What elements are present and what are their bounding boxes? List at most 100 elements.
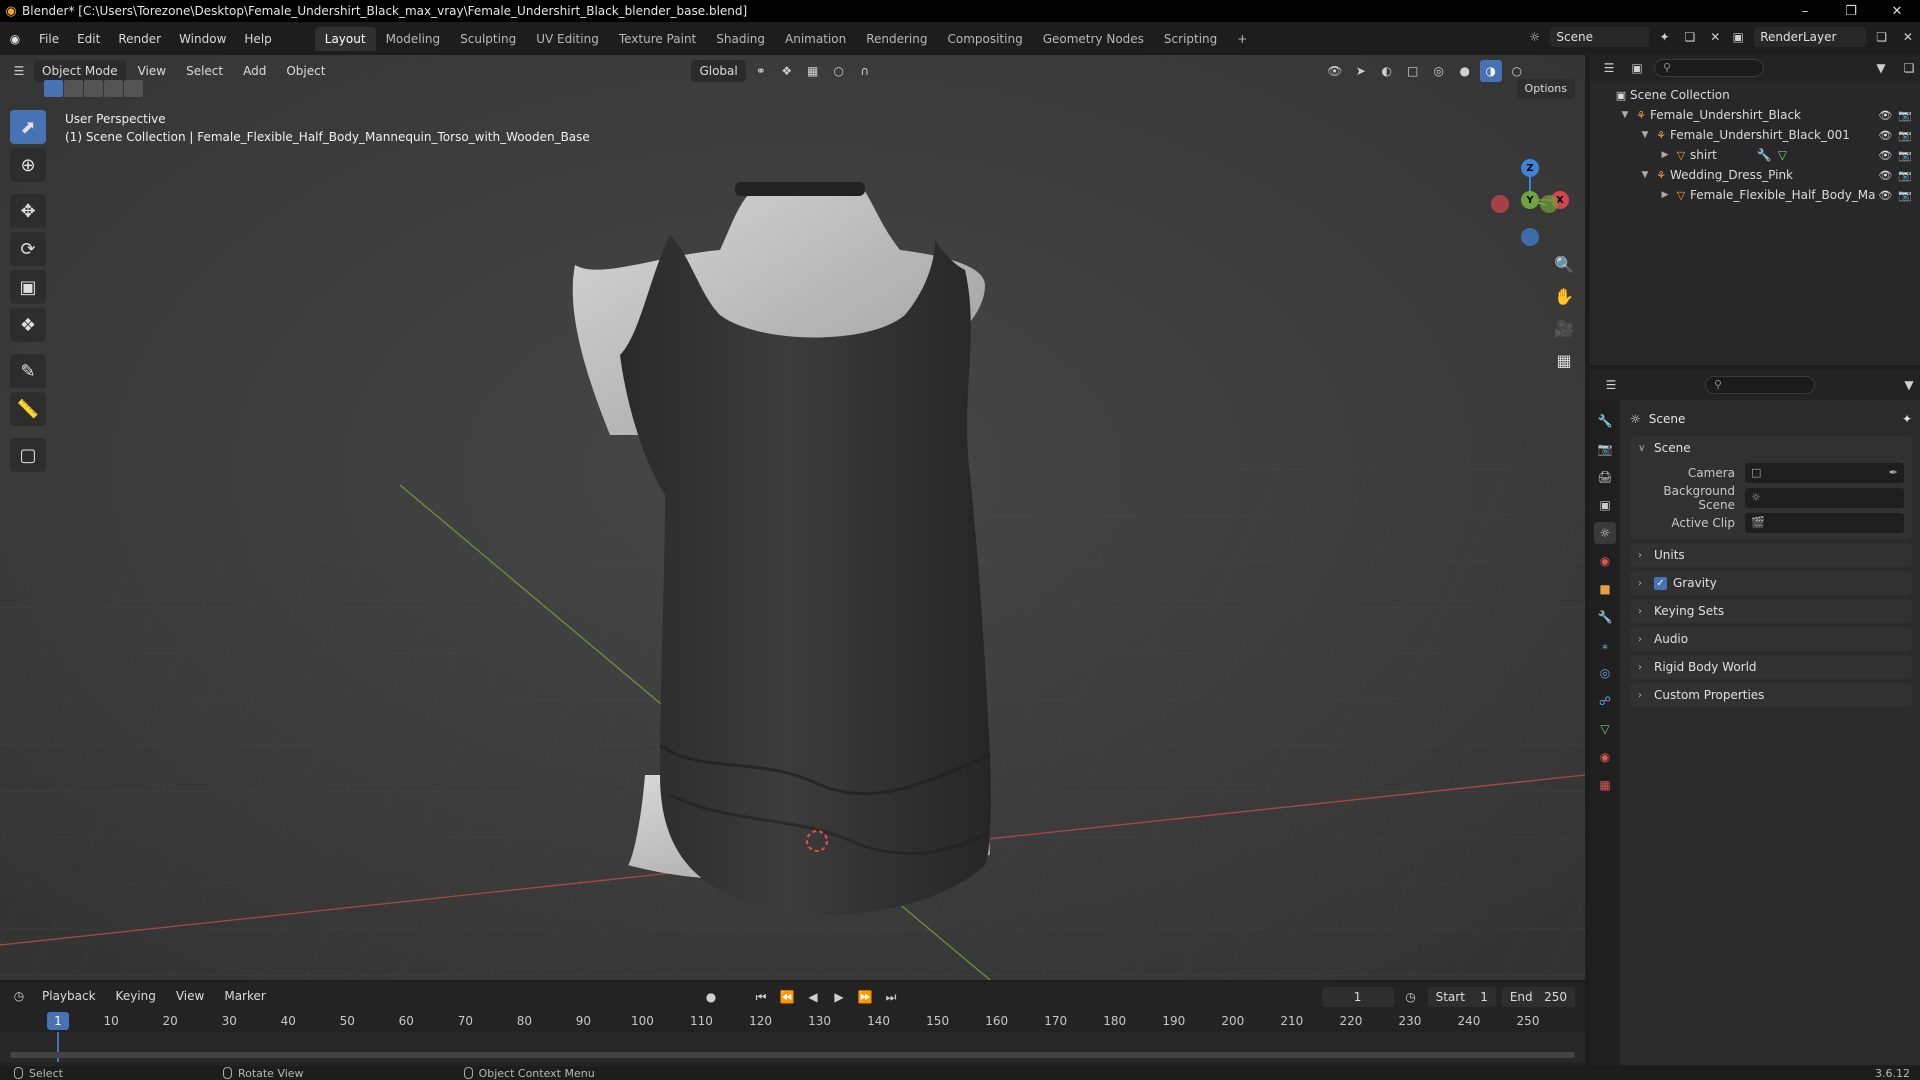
tab-sculpting[interactable]: Sculpting	[450, 27, 526, 51]
tab-geometry-nodes[interactable]: Geometry Nodes	[1033, 27, 1154, 51]
scale-tool-icon[interactable]: ▣	[10, 270, 46, 304]
object-tab-icon[interactable]: ■	[1594, 578, 1616, 600]
tab-compositing[interactable]: Compositing	[937, 27, 1032, 51]
clock-icon[interactable]: ◷	[1400, 986, 1422, 1008]
tool-tab-icon[interactable]: 🔧	[1594, 410, 1616, 432]
select-extend-icon[interactable]	[64, 80, 83, 97]
view-layer-tab-icon[interactable]: ▣	[1594, 494, 1616, 516]
new-scene-icon[interactable]: ❏	[1680, 26, 1699, 48]
visibility-icon[interactable]: 👁	[1324, 60, 1346, 82]
play-reverse-icon[interactable]: ◀	[802, 986, 824, 1008]
neg-x-axis-icon[interactable]	[1491, 195, 1509, 213]
navigation-gizmo[interactable]: Z X Y	[1490, 150, 1570, 250]
ortho-grid-icon[interactable]: ▦	[1550, 349, 1578, 371]
keying-sets-panel[interactable]: › Keying Sets	[1630, 599, 1912, 623]
data-tab-icon[interactable]: ▽	[1594, 718, 1616, 740]
properties-editor-icon[interactable]: ☰	[1600, 374, 1622, 396]
rotate-tool-icon[interactable]: ⟳	[10, 232, 46, 266]
outliner-item-wedding-dress-pink[interactable]: ▼ ⚘ Wedding_Dress_Pink 👁 📷	[1590, 165, 1920, 185]
scene-selector[interactable]: ☼ Scene ✦ ❏ ✕	[1525, 26, 1725, 48]
menu-render[interactable]: Render	[109, 28, 170, 50]
mode-dropdown[interactable]: Object Mode	[34, 60, 126, 82]
expand-toggle-icon[interactable]: ▼	[1638, 170, 1652, 180]
menu-help[interactable]: Help	[235, 28, 280, 50]
new-collection-icon[interactable]: ❏	[1898, 57, 1920, 79]
camera-icon[interactable]: 📷	[1898, 189, 1912, 202]
add-workspace-button[interactable]: +	[1227, 27, 1257, 51]
auto-keying-icon[interactable]: ●	[700, 986, 722, 1008]
gizmo-toggle-icon[interactable]: ➤	[1350, 60, 1372, 82]
menu-add[interactable]: Add	[235, 60, 274, 82]
renderlayer-name-field[interactable]: RenderLayer	[1754, 27, 1866, 47]
render-tab-icon[interactable]: 📷	[1594, 438, 1616, 460]
active-clip-field[interactable]: 🎬	[1745, 512, 1904, 533]
properties-search-input[interactable]: ⚲	[1705, 376, 1815, 394]
tab-animation[interactable]: Animation	[775, 27, 856, 51]
particles-tab-icon[interactable]: ⁎	[1594, 634, 1616, 656]
pivot-icon[interactable]: ⚭	[750, 60, 772, 82]
scene-panel-header[interactable]: ∨ Scene	[1630, 436, 1912, 460]
pin-context-icon[interactable]: ✦	[1902, 412, 1912, 426]
blender-menu-icon[interactable]: ◉	[0, 32, 30, 46]
neg-z-axis-icon[interactable]	[1521, 228, 1539, 246]
physics-tab-icon[interactable]: ◎	[1594, 662, 1616, 684]
world-tab-icon[interactable]: ◉	[1594, 550, 1616, 572]
outliner-editor-icon[interactable]: ☰	[1598, 57, 1620, 79]
modifier-tab-icon[interactable]: 🔧	[1594, 606, 1616, 628]
snap-target-icon[interactable]: ▦	[802, 60, 824, 82]
falloff-icon[interactable]: ∩	[854, 60, 876, 82]
custom-properties-panel[interactable]: › Custom Properties	[1630, 683, 1912, 707]
measure-tool-icon[interactable]: 📏	[10, 392, 46, 426]
proportional-edit-icon[interactable]: ○	[828, 60, 850, 82]
z-axis-icon[interactable]: Z	[1521, 159, 1539, 177]
camera-icon[interactable]: 📷	[1898, 149, 1912, 162]
tab-scripting[interactable]: Scripting	[1154, 27, 1227, 51]
display-mode-icon[interactable]: ▣	[1626, 57, 1648, 79]
delete-renderlayer-icon[interactable]: ✕	[1898, 26, 1918, 48]
pin-icon[interactable]: ✦	[1655, 26, 1674, 48]
solid-shading-icon[interactable]: ●	[1454, 60, 1476, 82]
menu-select[interactable]: Select	[178, 60, 231, 82]
outliner-item-female-undershirt-black[interactable]: ▼ ⚘ Female_Undershirt_Black 👁 📷	[1590, 105, 1920, 125]
menu-view[interactable]: View	[130, 60, 174, 82]
select-intersect-icon[interactable]	[124, 80, 143, 97]
current-frame-marker[interactable]: 1	[47, 1012, 69, 1030]
xray-icon[interactable]: □	[1402, 60, 1424, 82]
menu-object[interactable]: Object	[278, 60, 333, 82]
tab-modeling[interactable]: Modeling	[376, 27, 451, 51]
close-button[interactable]: ✕	[1874, 0, 1920, 22]
eye-icon[interactable]: 👁	[1878, 149, 1892, 162]
annotate-tool-icon[interactable]: ✎	[10, 354, 46, 388]
new-renderlayer-icon[interactable]: ❏	[1872, 26, 1892, 48]
select-subtract-icon[interactable]	[84, 80, 103, 97]
snap-icon[interactable]: ❖	[776, 60, 798, 82]
overlay-icon[interactable]: ◐	[1376, 60, 1398, 82]
current-frame-field[interactable]: 1	[1321, 987, 1394, 1007]
output-tab-icon[interactable]: 🖨	[1594, 466, 1616, 488]
select-invert-icon[interactable]	[104, 80, 123, 97]
tab-rendering[interactable]: Rendering	[856, 27, 937, 51]
expand-toggle-icon[interactable]: ▶	[1658, 190, 1672, 200]
renderlayer-selector[interactable]: ▣ RenderLayer ❏ ✕	[1728, 26, 1918, 48]
maximize-button[interactable]: ❐	[1828, 0, 1874, 22]
editor-type-icon[interactable]: ☰	[8, 60, 30, 82]
y-axis-icon[interactable]: Y	[1521, 191, 1539, 209]
gravity-checkbox[interactable]: ✓	[1654, 576, 1667, 590]
scene-tab-icon[interactable]: ☼	[1594, 522, 1616, 544]
eye-icon[interactable]: 👁	[1878, 109, 1892, 122]
jump-end-icon[interactable]: ⏭	[880, 986, 902, 1008]
menu-marker[interactable]: Marker	[216, 985, 273, 1007]
menu-window[interactable]: Window	[170, 28, 235, 50]
outliner-item-female-undershirt-black-001[interactable]: ▼ ⚘ Female_Undershirt_Black_001 👁 📷	[1590, 125, 1920, 145]
tab-texture-paint[interactable]: Texture Paint	[609, 27, 706, 51]
neg-y-axis-icon[interactable]	[1540, 195, 1558, 213]
delete-scene-icon[interactable]: ✕	[1706, 26, 1725, 48]
units-panel[interactable]: › Units	[1630, 543, 1912, 567]
menu-playback[interactable]: Playback	[34, 985, 104, 1007]
timeline-scrollbar[interactable]	[10, 1052, 1575, 1058]
transform-tool-icon[interactable]: ❖	[10, 308, 46, 342]
constraints-tab-icon[interactable]: ☍	[1594, 690, 1616, 712]
audio-panel[interactable]: › Audio	[1630, 627, 1912, 651]
camera-field[interactable]: □ ✒	[1745, 462, 1904, 483]
cursor-tool-icon[interactable]: ⊕	[10, 148, 46, 182]
